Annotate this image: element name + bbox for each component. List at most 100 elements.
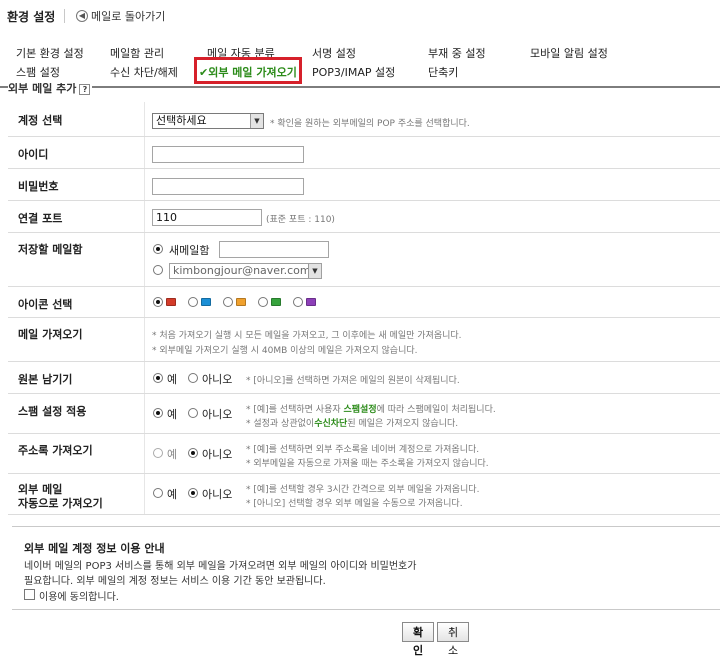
mail-purple-icon xyxy=(306,298,316,306)
menu-basic-settings[interactable]: 기본 환경 설정 xyxy=(16,45,84,61)
menu-spam[interactable]: 스팸 설정 xyxy=(16,64,60,80)
back-to-mail-label: 메일로 돌아가기 xyxy=(91,10,166,23)
confirm-button[interactable]: 확인 xyxy=(402,622,434,657)
mail-green-icon xyxy=(271,298,281,306)
row-port: 연결 포트 110 (표준 포트 : 110) xyxy=(8,201,720,233)
contacts-no-label: 아니오 xyxy=(202,448,233,461)
mail-orange-icon xyxy=(236,298,246,306)
spam-hint-1-post: 에 따라 스팸메일이 처리됩니다. xyxy=(376,405,496,415)
menu-mobile-alert[interactable]: 모바일 알림 설정 xyxy=(530,45,608,61)
agree-label: 이용에 동의합니다. xyxy=(39,592,119,603)
icon-red-radio[interactable] xyxy=(153,297,163,307)
icon-blue-radio[interactable] xyxy=(188,297,198,307)
row-mailbox: 저장할 메일함 새메일함 kimbongjour@naver.com ▼ xyxy=(8,233,720,287)
port-label: 연결 포트 xyxy=(18,212,63,225)
spam-yes-label: 예 xyxy=(167,408,178,421)
port-input[interactable]: 110 xyxy=(152,209,262,226)
contacts-yes-label: 예 xyxy=(167,448,178,461)
password-input[interactable] xyxy=(152,178,304,195)
menu-divider xyxy=(0,86,720,88)
menu-block[interactable]: 수신 차단/해제 xyxy=(110,64,178,80)
auto-hint-1: * [예]를 선택할 경우 3시간 간격으로 외부 메일을 가져옵니다. xyxy=(246,485,480,495)
mail-red-icon xyxy=(166,298,176,306)
account-hint: * 확인을 원하는 외부메일의 POP 주소를 선택합니다. xyxy=(270,119,470,129)
contacts-hint-2: * 외부메일을 자동으로 가져올 때는 주소록을 가져오지 않습니다. xyxy=(246,459,489,469)
row-contacts: 주소록 가져오기 예 아니오 * [예]를 선택하면 외부 주소록을 네이버 계… xyxy=(8,434,720,474)
spam-settings-link[interactable]: 스팸설정 xyxy=(344,405,377,415)
mailbox-existing-select[interactable]: kimbongjour@naver.com ▼ xyxy=(169,263,322,279)
row-spam: 스팸 설정 적용 예 아니오 * [예]를 선택하면 사용자 스팸설정에 따라 … xyxy=(8,394,720,434)
title-divider xyxy=(64,9,65,23)
keep-yes-radio[interactable] xyxy=(153,373,163,383)
menu-signature[interactable]: 서명 설정 xyxy=(312,45,356,61)
row-icon: 아이콘 선택 xyxy=(8,287,720,318)
mailbox-existing-value: kimbongjour@naver.com xyxy=(173,264,311,277)
row-keep: 원본 남기기 예 아니오 * [아니오]를 선택하면 가져온 메일의 원본이 삭… xyxy=(8,362,720,394)
icon-label: 아이콘 선택 xyxy=(18,298,73,311)
mailbox-existing-radio[interactable] xyxy=(153,265,163,275)
port-hint: (표준 포트 : 110) xyxy=(266,215,335,225)
spam-yes-radio[interactable] xyxy=(153,408,163,418)
keep-yes-label: 예 xyxy=(167,373,178,386)
row-fetch: 메일 가져오기 * 처음 가져오기 실행 시 모든 메일을 가져오고, 그 이후… xyxy=(8,318,720,362)
spam-hint-2-post: 된 메일은 가져오지 않습니다. xyxy=(347,419,459,429)
mailbox-new-input[interactable] xyxy=(219,241,329,258)
keep-no-label: 아니오 xyxy=(202,373,233,386)
notice-line-1: 네이버 메일의 POP3 서비스를 통해 외부 메일을 가져오려면 외부 메일의… xyxy=(24,561,417,572)
contacts-yes-radio[interactable] xyxy=(153,448,163,458)
chevron-down-icon: ▼ xyxy=(250,114,263,128)
menu-pop3-imap[interactable]: POP3/IMAP 설정 xyxy=(312,64,395,80)
account-label: 계정 선택 xyxy=(18,114,63,127)
spam-label: 스팸 설정 적용 xyxy=(18,405,87,418)
contacts-no-radio[interactable] xyxy=(188,448,198,458)
row-id: 아이디 xyxy=(8,137,720,169)
keep-no-radio[interactable] xyxy=(188,373,198,383)
menu-mailbox-manage[interactable]: 메일함 관리 xyxy=(110,45,164,61)
id-input[interactable] xyxy=(152,146,304,163)
icon-purple-radio[interactable] xyxy=(293,297,303,307)
row-auto: 외부 메일 자동으로 가져오기 예 아니오 * [예]를 선택할 경우 3시간 … xyxy=(8,474,720,515)
spam-hint-1: * [예]를 선택하면 사용자 스팸설정에 따라 스팸메일이 처리됩니다. xyxy=(246,402,496,415)
account-select-value: 선택하세요 xyxy=(156,114,207,127)
notice-line-2: 필요합니다. 외부 메일의 계정 정보는 서비스 이용 기간 동안 보관됩니다. xyxy=(24,576,326,587)
section-title-text: 외부 메일 추가 xyxy=(8,83,77,95)
mail-blue-icon xyxy=(201,298,211,306)
account-select[interactable]: 선택하세요 ▼ xyxy=(152,113,264,129)
auto-no-radio[interactable] xyxy=(188,488,198,498)
auto-label-2: 자동으로 가져오기 xyxy=(18,497,103,510)
contacts-hint-1: * [예]를 선택하면 외부 주소록을 네이버 계정으로 가져옵니다. xyxy=(246,445,480,455)
top-bar: 환경 설정 ◀ 메일로 돌아가기 xyxy=(0,0,720,34)
fetch-hint-2: * 외부메일 가져오기 실행 시 40MB 이상의 메일은 가져오지 않습니다. xyxy=(152,346,418,356)
password-label: 비밀번호 xyxy=(18,180,59,193)
bottom-divider xyxy=(12,609,720,610)
spam-hint-1-pre: * [예]를 선택하면 사용자 xyxy=(246,405,344,415)
spam-hint-2: * 설정과 상관없이수신차단된 메일은 가져오지 않습니다. xyxy=(246,416,458,429)
row-account: 계정 선택 선택하세요 ▼ * 확인을 원하는 외부메일의 POP 주소를 선택… xyxy=(8,102,720,137)
id-label: 아이디 xyxy=(18,148,49,161)
mailbox-new-radio[interactable] xyxy=(153,244,163,254)
active-menu-highlight xyxy=(194,57,302,84)
menu-shortcuts[interactable]: 단축키 xyxy=(428,64,458,80)
fetch-label: 메일 가져오기 xyxy=(18,328,83,341)
auto-yes-radio[interactable] xyxy=(153,488,163,498)
back-arrow-icon: ◀ xyxy=(76,10,88,22)
fetch-hint-1: * 처음 가져오기 실행 시 모든 메일을 가져오고, 그 이후에는 새 메일만… xyxy=(152,331,462,341)
icon-orange-radio[interactable] xyxy=(223,297,233,307)
notice-divider xyxy=(12,526,720,527)
auto-no-label: 아니오 xyxy=(202,488,233,501)
icon-green-radio[interactable] xyxy=(258,297,268,307)
menu-away[interactable]: 부재 중 설정 xyxy=(428,45,486,61)
back-to-mail-link[interactable]: ◀ 메일로 돌아가기 xyxy=(76,8,165,24)
keep-hint: * [아니오]를 선택하면 가져온 메일의 원본이 삭제됩니다. xyxy=(246,376,460,386)
cancel-button[interactable]: 취소 xyxy=(437,622,469,657)
notice-title: 외부 메일 계정 정보 이용 안내 xyxy=(24,542,165,555)
page-title: 환경 설정 xyxy=(7,10,56,24)
keep-label: 원본 남기기 xyxy=(18,373,73,386)
mailbox-label: 저장할 메일함 xyxy=(18,243,83,256)
mailbox-new-label: 새메일함 xyxy=(169,244,210,257)
spam-no-radio[interactable] xyxy=(188,408,198,418)
agree-checkbox[interactable] xyxy=(24,589,35,600)
auto-hint-2: * [아니오] 선택할 경우 외부 메일을 수동으로 가져옵니다. xyxy=(246,499,463,509)
help-icon[interactable]: ? xyxy=(79,83,91,95)
block-link[interactable]: 수신차단 xyxy=(314,419,347,429)
